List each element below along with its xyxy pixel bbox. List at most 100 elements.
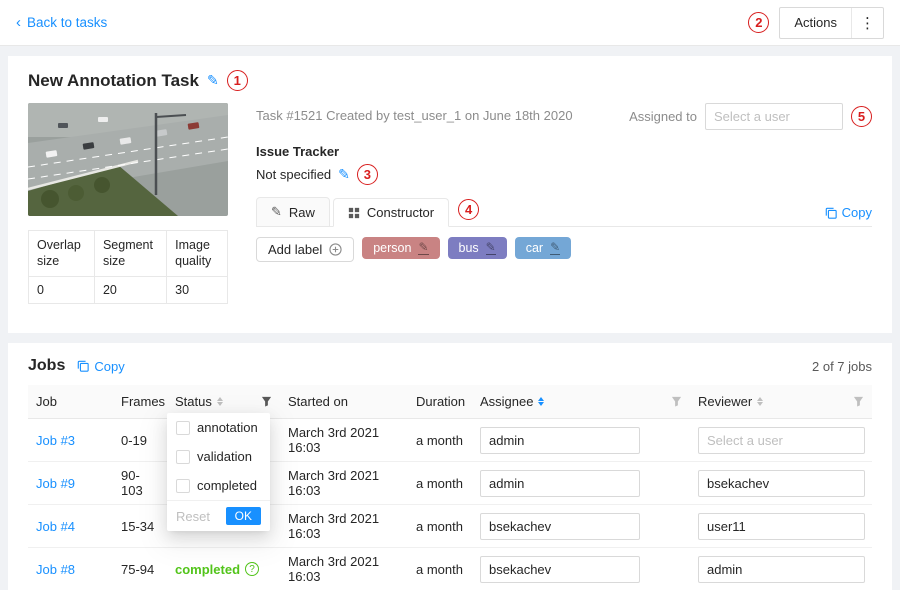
- task-meta-text: Task #1521 Created by test_user_1 on Jun…: [256, 103, 573, 123]
- param-value-overlap: 0: [29, 276, 95, 303]
- label-chip-bus[interactable]: bus ✎: [448, 237, 507, 259]
- pencil-icon: ✎: [271, 204, 282, 220]
- filter-option-label: annotation: [197, 420, 258, 435]
- sort-carets-icon[interactable]: [538, 397, 544, 406]
- jobs-table-header-row: Job Frames Status Started on Duration: [28, 385, 872, 419]
- status-filter-dropdown: annotation validation completed Reset OK: [167, 413, 270, 531]
- assignee-filter-icon[interactable]: [671, 396, 682, 407]
- label-chip-person-name: person: [373, 241, 411, 255]
- reviewer-input[interactable]: [698, 427, 865, 454]
- sort-carets-icon[interactable]: [217, 397, 223, 406]
- copy-icon: [825, 207, 837, 219]
- more-vertical-icon[interactable]: ⋮: [852, 8, 883, 38]
- started-cell: March 3rd 2021 16:03: [280, 548, 408, 590]
- sort-carets-icon[interactable]: [757, 397, 763, 406]
- checkbox-icon[interactable]: [176, 450, 190, 464]
- assignee-input[interactable]: [480, 556, 640, 583]
- label-chip-car-name: car: [526, 241, 543, 255]
- column-header-assignee[interactable]: Assignee: [472, 385, 690, 419]
- reviewer-header-label: Reviewer: [698, 394, 752, 409]
- param-value-segment: 20: [94, 276, 166, 303]
- assignee-input[interactable]: [480, 427, 640, 454]
- frames-cell: 75-94: [113, 548, 167, 590]
- jobs-count: 2 of 7 jobs: [812, 359, 872, 374]
- assignee-header-label: Assignee: [480, 394, 533, 409]
- assignee-input[interactable]: [480, 513, 640, 540]
- edit-label-icon[interactable]: ✎: [550, 241, 560, 255]
- edit-issue-tracker-icon[interactable]: ✎: [338, 166, 350, 183]
- duration-cell: a month: [408, 462, 472, 505]
- annotation-badge-3: 3: [357, 164, 378, 185]
- copy-jobs-link[interactable]: Copy: [77, 359, 124, 374]
- copy-icon: [77, 360, 89, 372]
- task-title: New Annotation Task: [28, 71, 199, 91]
- edit-task-name-icon[interactable]: ✎: [207, 72, 219, 89]
- reviewer-input[interactable]: [698, 556, 865, 583]
- duration-cell: a month: [408, 505, 472, 548]
- issue-tracker-value: Not specified: [256, 167, 331, 182]
- edit-label-icon[interactable]: ✎: [418, 241, 428, 255]
- task-thumbnail-image: [28, 103, 228, 216]
- filter-ok-button[interactable]: OK: [226, 507, 261, 525]
- job-link[interactable]: Job #4: [36, 519, 75, 534]
- column-header-frames: Frames: [113, 385, 167, 419]
- frames-cell: 90-103: [113, 462, 167, 505]
- assignee-input[interactable]: [480, 470, 640, 497]
- task-details-card: New Annotation Task ✎ 1: [8, 56, 892, 333]
- status-filter-icon[interactable]: [261, 396, 272, 407]
- assigned-to-label: Assigned to: [629, 109, 697, 124]
- job-link[interactable]: Job #9: [36, 476, 75, 491]
- frames-cell: 15-34: [113, 505, 167, 548]
- duration-cell: a month: [408, 419, 472, 462]
- label-chip-bus-name: bus: [459, 241, 479, 255]
- annotation-badge-1: 1: [227, 70, 248, 91]
- column-header-reviewer[interactable]: Reviewer: [690, 385, 872, 419]
- filter-option-label: validation: [197, 449, 252, 464]
- annotation-badge-5: 5: [851, 106, 872, 127]
- actions-button[interactable]: Actions ⋮: [779, 7, 884, 39]
- status-header-label: Status: [175, 394, 212, 409]
- label-chip-car[interactable]: car ✎: [515, 237, 571, 259]
- status-value: completed: [175, 562, 240, 577]
- tab-raw[interactable]: ✎ Raw: [256, 197, 330, 227]
- label-chip-person[interactable]: person ✎: [362, 237, 439, 259]
- column-header-started: Started on: [280, 385, 408, 419]
- labels-constructor-area: Add label person ✎ bus ✎ car ✎: [256, 227, 872, 315]
- job-link[interactable]: Job #3: [36, 433, 75, 448]
- jobs-table: Job Frames Status Started on Duration: [28, 385, 872, 590]
- filter-reset-button[interactable]: Reset: [176, 509, 210, 524]
- started-cell: March 3rd 2021 16:03: [280, 419, 408, 462]
- copy-labels-link[interactable]: Copy: [825, 205, 872, 220]
- back-to-tasks-link[interactable]: ‹ Back to tasks: [16, 15, 107, 30]
- column-header-duration: Duration: [408, 385, 472, 419]
- checkbox-icon[interactable]: [176, 479, 190, 493]
- issue-tracker-label: Issue Tracker: [256, 144, 872, 159]
- task-assignee-input[interactable]: [705, 103, 843, 130]
- filter-option-completed[interactable]: completed: [167, 471, 270, 500]
- copy-labels-label: Copy: [842, 205, 872, 220]
- reviewer-input[interactable]: [698, 470, 865, 497]
- param-value-quality: 30: [167, 276, 228, 303]
- filter-option-annotation[interactable]: annotation: [167, 413, 270, 442]
- job-row: Job #9 90-103 March 3rd 2021 16:03 a mon…: [28, 462, 872, 505]
- job-row: Job #8 75-94 completed ? March 3rd 2021 …: [28, 548, 872, 590]
- reviewer-input[interactable]: [698, 513, 865, 540]
- job-row: Job #4 15-34 March 3rd 2021 16:03 a mont…: [28, 505, 872, 548]
- checkbox-icon[interactable]: [176, 421, 190, 435]
- edit-label-icon[interactable]: ✎: [486, 241, 496, 255]
- column-header-job: Job: [28, 385, 113, 419]
- reviewer-filter-icon[interactable]: [853, 396, 864, 407]
- add-label-button[interactable]: Add label: [256, 237, 354, 262]
- status-cell: completed ?: [167, 548, 280, 590]
- task-parameters-table: Overlap size Segment size Image quality …: [28, 230, 228, 304]
- jobs-card: Jobs Copy 2 of 7 jobs Job Frames Status: [8, 343, 892, 590]
- tab-constructor[interactable]: Constructor: [333, 198, 449, 227]
- filter-option-validation[interactable]: validation: [167, 442, 270, 471]
- job-row: Job #3 0-19 March 3rd 2021 16:03 a month: [28, 419, 872, 462]
- job-link[interactable]: Job #8: [36, 562, 75, 577]
- question-circle-icon[interactable]: ?: [245, 562, 259, 576]
- jobs-section-title: Jobs: [28, 357, 65, 375]
- started-cell: March 3rd 2021 16:03: [280, 505, 408, 548]
- param-header-segment: Segment size: [94, 231, 166, 277]
- block-icon: [348, 207, 360, 219]
